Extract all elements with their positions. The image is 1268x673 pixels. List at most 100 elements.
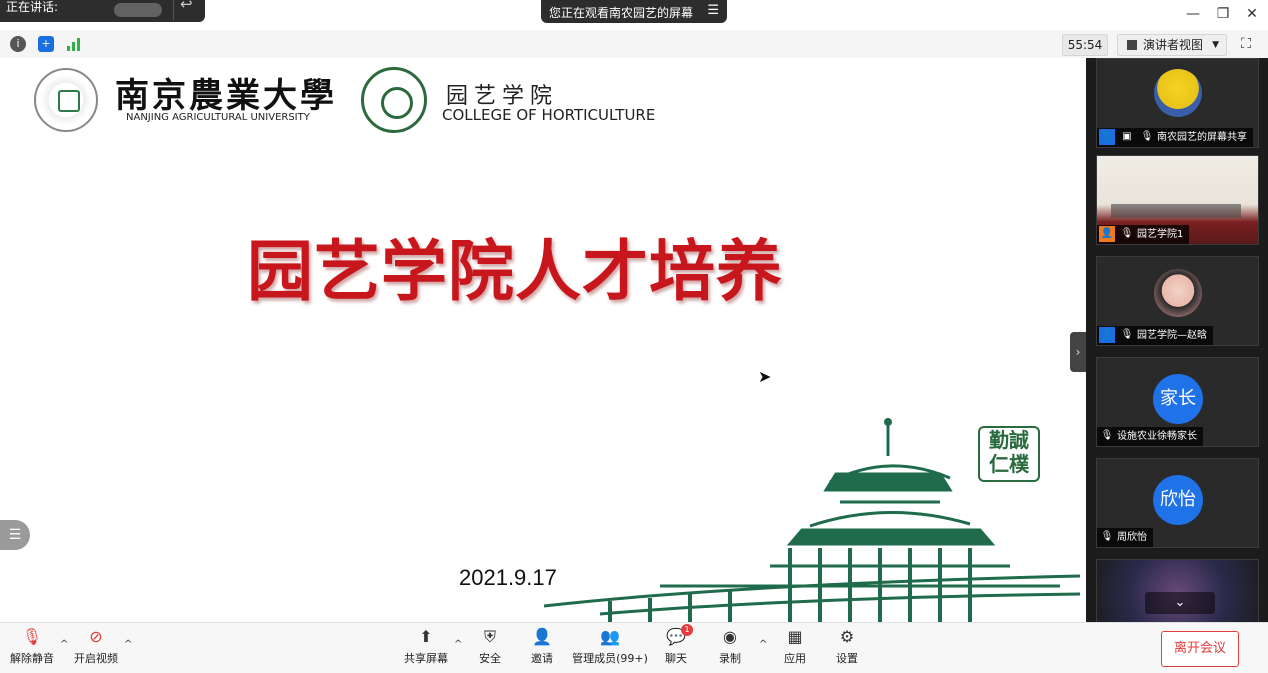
restore-icon[interactable]: ❐ xyxy=(1213,6,1233,22)
record-icon: ◉ xyxy=(723,627,737,646)
chevron-down-icon: ▼ xyxy=(1212,40,1219,50)
chevron-up-icon[interactable]: ^ xyxy=(60,639,68,650)
video-off-icon: ⊘ xyxy=(89,627,103,646)
participant-name: 园艺学院1 xyxy=(1137,229,1184,240)
view-mode-dropdown[interactable]: 演讲者视图 ▼ xyxy=(1117,34,1227,56)
apps-button[interactable]: ▦ 应用 xyxy=(781,627,809,666)
meeting-info-bar: i + 55:54 演讲者视图 ▼ ⛶ xyxy=(0,30,1268,59)
participant-video xyxy=(1111,204,1241,218)
chevron-up-icon[interactable]: ^ xyxy=(454,639,462,650)
participant-gallery[interactable]: 👤 ▣ 🎙 南农园艺的屏幕共享 👤 🎙 园艺学院1 👤 🎙 园艺学院—赵晗 家长 🎙 设施农业徐… xyxy=(1086,58,1268,622)
participant-tile[interactable]: 👤 🎙 园艺学院—赵晗 xyxy=(1096,256,1259,346)
viewing-banner[interactable]: 您正在观看南农园艺的屏幕 ☰ xyxy=(541,0,727,23)
info-icon[interactable]: i xyxy=(10,36,26,52)
participant-name: 周欣怡 xyxy=(1117,532,1147,543)
settings-button[interactable]: ⚙ 设置 xyxy=(833,627,861,666)
meeting-timer: 55:54 xyxy=(1062,34,1108,56)
signal-icon[interactable] xyxy=(66,36,82,52)
participant-tile[interactable]: 👤 🎙 园艺学院1 xyxy=(1096,155,1259,245)
chevron-down-icon[interactable]: ⌄ xyxy=(1145,592,1215,614)
chat-button[interactable]: 💬 1 聊天 xyxy=(662,624,693,666)
list-menu-icon[interactable]: ☰ xyxy=(0,520,30,550)
viewing-label: 您正在观看南农园艺的屏幕 xyxy=(549,6,694,20)
start-video-label: 开启视频 xyxy=(74,652,118,665)
stamp-text: 勤誠仁樸 xyxy=(989,428,1029,476)
gear-icon: ⚙ xyxy=(839,627,855,646)
title-bar: 正在讲话: ↩ 您正在观看南农园艺的屏幕 ☰ — ❐ ✕ xyxy=(0,0,1268,30)
participant-label: 🎙 周欣怡 xyxy=(1097,528,1153,547)
user-icon: 👤 xyxy=(1099,129,1115,145)
chevron-up-icon[interactable]: ^ xyxy=(124,639,132,650)
user-icon: 👤 xyxy=(1099,327,1115,343)
participant-avatar xyxy=(1154,69,1202,117)
participant-tile[interactable]: 欣怡 🎙 周欣怡 xyxy=(1096,458,1259,548)
view-mode-label: 演讲者视图 xyxy=(1143,38,1204,52)
share-screen-icon: ▣ xyxy=(1122,131,1132,142)
participant-tile[interactable]: 👤 ▣ 🎙 南农园艺的屏幕共享 xyxy=(1096,58,1259,148)
record-button[interactable]: ◉ 录制 xyxy=(716,627,744,666)
mic-muted-icon: 🎙 xyxy=(1120,228,1134,239)
view-grid-icon xyxy=(1127,40,1137,50)
participant-label: 👤 ▣ 🎙 南农园艺的屏幕共享 xyxy=(1097,128,1253,147)
apps-label: 应用 xyxy=(784,652,806,665)
participants-icon: 👥 xyxy=(600,627,620,646)
participant-avatar: 欣怡 xyxy=(1153,475,1203,525)
njau-logo xyxy=(34,68,98,132)
college-logo xyxy=(361,67,427,133)
security-label: 安全 xyxy=(479,652,501,665)
mic-muted-icon: 🎙 xyxy=(1100,531,1114,542)
njau-name-en: NANJING AGRICULTURAL UNIVERSITY xyxy=(126,112,310,123)
reply-icon[interactable]: ↩ xyxy=(180,0,193,12)
mic-icon: 🎙 xyxy=(1140,131,1154,142)
participant-name: 设施农业徐畅家长 xyxy=(1117,431,1197,442)
speaking-label: 正在讲话: xyxy=(6,0,59,14)
speaker-name-blurred xyxy=(114,3,162,17)
invite-label: 邀请 xyxy=(531,652,553,665)
settings-label: 设置 xyxy=(836,652,858,665)
mic-muted-icon: 🎙 xyxy=(1120,329,1134,340)
chat-label: 聊天 xyxy=(665,652,687,665)
apps-icon: ▦ xyxy=(787,627,803,646)
participant-label: 🎙 设施农业徐畅家长 xyxy=(1097,427,1203,446)
mic-muted-icon: 🎙 xyxy=(21,627,43,646)
slide-title: 园艺学院人才培养 xyxy=(247,232,783,310)
slide-date: 2021.9.17 xyxy=(459,565,557,590)
share-screen-button[interactable]: ⬆ 共享屏幕 xyxy=(402,627,450,666)
chat-badge: 1 xyxy=(681,624,693,636)
mouse-cursor-icon: ➤ xyxy=(758,367,772,386)
collapse-gallery-button[interactable]: › xyxy=(1070,332,1086,372)
hamburger-icon[interactable]: ☰ xyxy=(707,3,719,18)
shield-icon: ⛨ xyxy=(483,627,496,646)
share-screen-icon: ⬆ xyxy=(419,627,433,646)
start-video-button[interactable]: ⊘ 开启视频 xyxy=(72,627,120,666)
fullscreen-icon[interactable]: ⛶ xyxy=(1238,36,1254,52)
meeting-toolbar: 🎙 解除静音 ^ ⊘ 开启视频 ^ ⬆ 共享屏幕 ^ ⛨ 安全 👤 邀请 👥 管… xyxy=(0,622,1268,673)
leave-meeting-button[interactable]: 离开会议 xyxy=(1161,631,1239,667)
security-button[interactable]: ⛨ 安全 xyxy=(474,627,506,666)
participants-label: 管理成员(99+) xyxy=(572,652,648,665)
participant-name: 园艺学院—赵晗 xyxy=(1137,330,1207,341)
shield-icon[interactable]: + xyxy=(38,36,54,52)
speaking-indicator: 正在讲话: ↩ xyxy=(0,0,205,22)
shared-screen: 南京農業大學 NANJING AGRICULTURAL UNIVERSITY 园… xyxy=(0,58,1086,622)
participant-avatar: 家长 xyxy=(1153,374,1203,424)
chevron-up-icon[interactable]: ^ xyxy=(759,639,767,650)
participant-label: 👤 🎙 园艺学院—赵晗 xyxy=(1097,326,1213,345)
mic-muted-icon: 🎙 xyxy=(1100,430,1114,441)
unmute-button[interactable]: 🎙 解除静音 xyxy=(8,627,56,666)
motto-stamp: 勤誠仁樸 xyxy=(978,426,1040,482)
minimize-icon[interactable]: — xyxy=(1183,6,1203,22)
participants-button[interactable]: 👥 管理成员(99+) xyxy=(572,627,648,666)
user-icon: 👤 xyxy=(1099,226,1115,242)
participant-avatar xyxy=(1154,269,1202,317)
close-icon[interactable]: ✕ xyxy=(1242,6,1262,22)
college-name-en: COLLEGE OF HORTICULTURE xyxy=(442,106,656,124)
chat-icon: 💬 1 xyxy=(665,624,693,647)
participant-label: 👤 🎙 园艺学院1 xyxy=(1097,225,1190,244)
speaking-divider xyxy=(173,0,174,20)
share-screen-label: 共享屏幕 xyxy=(404,652,448,665)
invite-button[interactable]: 👤 邀请 xyxy=(525,627,559,666)
participant-tile[interactable]: 家长 🎙 设施农业徐畅家长 xyxy=(1096,357,1259,447)
njau-name-cn: 南京農業大學 xyxy=(115,76,337,116)
participant-name: 南农园艺的屏幕共享 xyxy=(1157,132,1247,143)
